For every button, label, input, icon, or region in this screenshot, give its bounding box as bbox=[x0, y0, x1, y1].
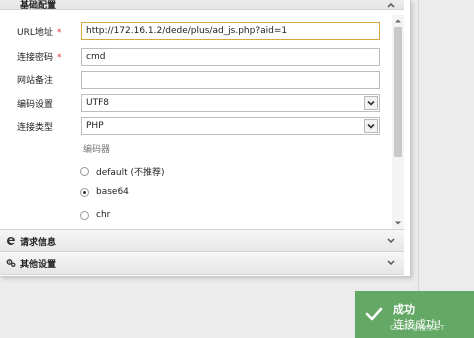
gears-icon bbox=[6, 259, 16, 268]
required-mark: * bbox=[57, 53, 62, 63]
checkmark-icon bbox=[365, 307, 383, 321]
url-label: URL地址 * bbox=[17, 28, 62, 38]
encoder-option-base64[interactable]: base64 bbox=[80, 187, 129, 197]
encoding-label: 编码设置 bbox=[17, 100, 54, 110]
encoder-option-label: chr bbox=[96, 210, 111, 220]
basic-config-form: URL地址 * http://172.16.1.2/dede/plus/ad_js… bbox=[0, 15, 392, 229]
scroll-up-icon[interactable] bbox=[394, 17, 402, 25]
encoder-legend: 编码器 bbox=[83, 145, 111, 155]
conn-type-value: PHP bbox=[86, 121, 104, 131]
remark-input[interactable] bbox=[81, 71, 380, 89]
panel-basic-config-header[interactable]: 基础配置 bbox=[0, 0, 404, 11]
conn-type-dropdown-button[interactable] bbox=[364, 119, 378, 133]
toast-title: 成功 bbox=[393, 303, 415, 316]
panel-other-settings-header[interactable]: 其他设置 bbox=[0, 251, 404, 275]
encoder-option-label: default (不推荐) bbox=[96, 168, 165, 178]
password-input[interactable]: cmd bbox=[81, 48, 380, 66]
scroll-thumb[interactable] bbox=[394, 27, 402, 157]
watermark-text: CSDN @植物军T bbox=[390, 324, 445, 332]
panel-other-settings-title: 其他设置 bbox=[20, 259, 57, 270]
remark-label: 网站备注 bbox=[17, 76, 54, 86]
panel-basic-config-title: 基础配置 bbox=[20, 0, 57, 11]
conn-type-select[interactable]: PHP bbox=[81, 117, 380, 135]
radio-button[interactable] bbox=[80, 167, 89, 176]
radio-button-selected[interactable] bbox=[80, 187, 89, 197]
encoder-option-default[interactable]: default (不推荐) bbox=[80, 165, 165, 178]
required-mark: * bbox=[56, 28, 62, 38]
chevron-up-icon[interactable] bbox=[386, 1, 396, 11]
add-shell-dialog: 基础配置 URL地址 * http://172.16.1.2/dede/plus/… bbox=[0, 0, 411, 277]
encoding-dropdown-button[interactable] bbox=[364, 96, 378, 110]
panel-request-info-title: 请求信息 bbox=[20, 237, 57, 248]
scroll-down-icon[interactable] bbox=[394, 219, 402, 227]
chevron-down-icon bbox=[367, 100, 375, 106]
chevron-down-icon[interactable] bbox=[386, 235, 396, 245]
encoding-select[interactable]: UTF8 bbox=[81, 94, 380, 112]
password-label: 连接密码 * bbox=[17, 53, 62, 63]
edge-icon bbox=[7, 237, 15, 245]
chevron-down-icon[interactable] bbox=[386, 257, 396, 267]
chevron-down-icon bbox=[367, 123, 375, 129]
encoder-option-label: base64 bbox=[96, 187, 129, 197]
encoding-value: UTF8 bbox=[86, 98, 109, 108]
url-input[interactable]: http://172.16.1.2/dede/plus/ad_js.php?ai… bbox=[81, 22, 380, 40]
encoder-option-chr[interactable]: chr bbox=[80, 210, 110, 220]
conn-type-label: 连接类型 bbox=[17, 123, 54, 133]
form-scrollbar[interactable] bbox=[392, 15, 404, 229]
panel-request-info-header[interactable]: 请求信息 bbox=[0, 229, 404, 253]
divider bbox=[418, 0, 419, 291]
radio-button[interactable] bbox=[80, 210, 89, 220]
